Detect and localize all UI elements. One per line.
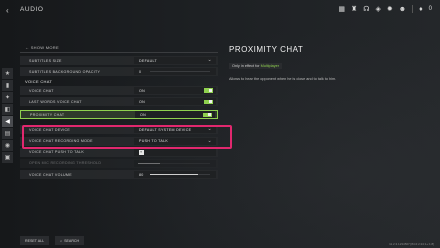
rail-interface-icon[interactable]: ▤ <box>2 128 13 139</box>
search-label: SEARCH <box>64 238 80 243</box>
section-voice-chat: VOICE CHAT <box>25 79 53 85</box>
toggle-switch[interactable] <box>204 88 213 93</box>
setting-label: VOICE CHAT <box>29 88 54 93</box>
toggle-value: ON <box>139 99 145 104</box>
setting-label: PROXIMITY CHAT <box>30 112 65 117</box>
bottom-bar: RESET ALL ⌕ SEARCH <box>20 236 85 245</box>
divider <box>20 52 218 53</box>
setting-open-mic-threshold: OPEN MIC RECORDING THRESHOLD <box>20 158 218 168</box>
setting-subtitles-size[interactable]: SUBTITLES SIZE DEFAULT ⌄ <box>20 56 218 65</box>
panel-description: Allows to hear the opponent when he is c… <box>229 77 337 81</box>
version-text: 11.2.3.1234567 [84:2:2:24:1+:1:8] <box>389 242 434 246</box>
notification-icon[interactable]: ◈ <box>375 5 380 13</box>
slider-track <box>138 162 210 165</box>
dropdown-value[interactable]: DEFAULT ⌄ <box>134 57 216 64</box>
toggle-field[interactable]: ON <box>135 111 215 119</box>
toggle-field[interactable]: ON <box>134 87 216 95</box>
trophy-icon[interactable]: ♜ <box>351 5 357 13</box>
toggle-value: ON <box>139 88 145 93</box>
toggle-switch[interactable] <box>204 99 213 105</box>
setting-last-words-voice-chat[interactable]: LAST WORDS VOICE CHAT ON <box>20 97 218 107</box>
show-more-link[interactable]: ← SHOW MORE <box>25 45 218 51</box>
slider-value: 80 <box>139 172 144 177</box>
slider-track[interactable] <box>150 70 210 73</box>
slider-field[interactable]: 0 <box>134 68 216 76</box>
setting-label: SUBTITLES SIZE <box>29 58 62 63</box>
slider-fill <box>150 173 198 176</box>
search-icon: ⌕ <box>60 238 63 243</box>
setting-voice-chat[interactable]: VOICE CHAT ON <box>20 86 218 96</box>
setting-label: SUBTITLES BACKGROUND OPACITY <box>29 69 101 74</box>
reset-all-button[interactable]: RESET ALL <box>20 236 50 245</box>
highlight-box <box>22 125 232 149</box>
keybind-field[interactable]: T <box>134 148 216 156</box>
slider-track[interactable] <box>150 173 210 176</box>
settings-icon[interactable]: ✹ <box>387 5 393 13</box>
setting-proximity-chat[interactable]: PROXIMITY CHAT ON <box>20 110 218 120</box>
setting-label: LAST WORDS VOICE CHAT <box>29 99 82 104</box>
description-panel: PROXIMITY CHAT Only in effect for Multip… <box>229 45 434 81</box>
rail-network-icon[interactable]: ▣ <box>2 152 13 163</box>
search-button[interactable]: ⌕ SEARCH <box>55 236 85 245</box>
headset-icon[interactable]: ☊ <box>363 5 369 13</box>
divider <box>412 5 414 13</box>
setting-voice-chat-volume[interactable]: VOICE CHAT VOLUME 80 <box>20 170 218 180</box>
rail-star-icon[interactable]: ★ <box>2 68 13 79</box>
top-icons: ▦ ♜ ☊ ◈ ✹ ☻ ♦ 0 <box>338 5 432 13</box>
slider-value: 0 <box>139 69 142 74</box>
notification-count: 0 <box>428 6 432 12</box>
category-rail: ★ ▮ ✦ ◧ ◀ ▤ ◉ ▣ <box>2 68 13 164</box>
setting-subtitles-bg-opacity[interactable]: SUBTITLES BACKGROUND OPACITY 0 <box>20 67 218 77</box>
slider-fill <box>138 162 160 165</box>
note-mode: Multiplayer <box>260 64 279 68</box>
toggle-field[interactable]: ON <box>134 98 216 106</box>
slider-field[interactable]: 80 <box>134 171 216 179</box>
top-bar: ‹ AUDIO ▦ ♜ ☊ ◈ ✹ ☻ ♦ 0 <box>0 0 440 22</box>
friends-icon[interactable]: ☻ <box>399 6 406 13</box>
setting-label: VOICE CHAT VOLUME <box>29 172 72 177</box>
page-title: AUDIO <box>20 6 44 13</box>
setting-push-to-talk[interactable]: VOICE CHAT PUSH TO TALK T <box>20 147 218 157</box>
rail-display-icon[interactable]: ◧ <box>2 104 13 115</box>
rail-account-icon[interactable]: ◉ <box>2 140 13 151</box>
toggle-switch[interactable] <box>203 112 212 118</box>
slider-field <box>134 159 216 167</box>
setting-label: OPEN MIC RECORDING THRESHOLD <box>29 161 102 166</box>
rail-audio-icon[interactable]: ◀ <box>2 116 13 127</box>
mic-icon[interactable]: ♦ <box>419 6 423 13</box>
chevron-down-icon: ⌄ <box>207 57 212 63</box>
panel-title: PROXIMITY CHAT <box>229 45 304 54</box>
rail-controller-icon[interactable]: ▮ <box>2 80 13 91</box>
rail-gamepad-icon[interactable]: ✦ <box>2 92 13 103</box>
settings-list: ← SHOW MORE SUBTITLES SIZE DEFAULT ⌄ SUB… <box>20 45 218 181</box>
note-prefix: Only in effect for <box>232 64 260 68</box>
setting-label: VOICE CHAT PUSH TO TALK <box>29 150 85 155</box>
back-icon[interactable]: ‹ <box>6 6 9 15</box>
mode-note: Only in effect for Multiplayer <box>229 63 282 69</box>
toggle-value: ON <box>140 112 146 117</box>
keycap: T <box>139 150 144 155</box>
reset-label: RESET ALL <box>25 238 45 243</box>
grid-icon[interactable]: ▦ <box>338 5 345 13</box>
dropdown-text: DEFAULT <box>139 58 158 63</box>
